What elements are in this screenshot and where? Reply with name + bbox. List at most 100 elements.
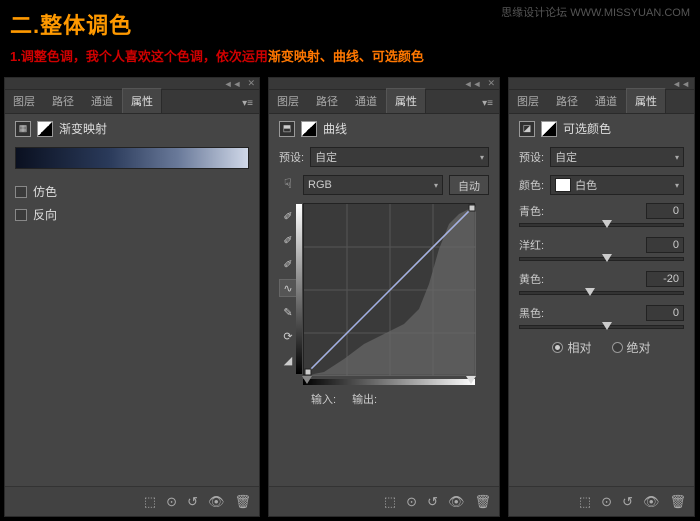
tab-channels[interactable]: 通道 [587, 89, 626, 113]
radio-absolute[interactable]: 绝对 [612, 339, 651, 356]
visibility-icon[interactable]: 👁 [208, 494, 225, 510]
pencil-tool-icon[interactable]: ✎ [279, 303, 297, 321]
eyedropper-black-icon[interactable]: ✐ [279, 207, 297, 225]
slider-track[interactable] [519, 257, 684, 261]
checkbox-icon [15, 209, 27, 221]
panel-menu-icon[interactable]: ▾≡ [476, 94, 499, 113]
gradient-picker[interactable] [15, 147, 249, 169]
tab-channels[interactable]: 通道 [347, 89, 386, 113]
trash-icon[interactable]: 🗑 [474, 494, 491, 510]
chevron-down-icon: ▾ [434, 181, 438, 190]
checkbox-reverse[interactable]: 反向 [15, 206, 249, 223]
point-tool-icon[interactable]: ∿ [279, 279, 297, 297]
panel-footer: ⬚ ⊙ ↺ 👁 🗑 [509, 486, 694, 516]
close-icon: ✕ [487, 78, 495, 89]
color-swatch [555, 178, 571, 192]
slider-track[interactable] [519, 325, 684, 329]
preset-select[interactable]: 自定 ▾ [310, 147, 489, 167]
tab-paths[interactable]: 路径 [44, 89, 83, 113]
slider-value[interactable]: 0 [646, 237, 684, 253]
trash-icon[interactable]: 🗑 [669, 494, 686, 510]
checkbox-label: 仿色 [33, 183, 57, 200]
slider-label: 青色: [519, 203, 544, 219]
reset-icon[interactable]: ↺ [622, 494, 633, 510]
colors-value: 白色 [575, 177, 597, 193]
auto-button[interactable]: 自动 [449, 175, 489, 195]
slider-cyan: 青色: 0 [519, 203, 684, 227]
trash-icon[interactable]: 🗑 [234, 494, 251, 510]
output-gradient [296, 204, 302, 374]
input-gradient [303, 379, 475, 385]
slider-yellow: 黄色: -20 [519, 271, 684, 295]
visibility-icon[interactable]: 👁 [448, 494, 465, 510]
slider-label: 黄色: [519, 271, 544, 287]
panel-menu-icon[interactable]: ▾≡ [236, 94, 259, 113]
collapse-icon: ◄◄ [464, 79, 482, 89]
slider-thumb[interactable] [602, 220, 612, 228]
clip-icon[interactable]: ⬚ [384, 494, 396, 510]
checkbox-dither[interactable]: 仿色 [15, 183, 249, 200]
slider-magenta: 洋红: 0 [519, 237, 684, 261]
tab-properties[interactable]: 属性 [122, 88, 162, 113]
smooth-tool-icon[interactable]: ⟳ [279, 327, 297, 345]
preset-select[interactable]: 自定 ▾ [550, 147, 684, 167]
mask-icon[interactable] [37, 121, 53, 137]
slider-thumb[interactable] [585, 288, 595, 296]
io-labels: 输入: 输出: [303, 391, 489, 407]
channel-select[interactable]: RGB ▾ [303, 175, 443, 195]
mask-icon[interactable] [301, 121, 317, 137]
tabs: 图层 路径 通道 属性 ▾≡ [5, 90, 259, 114]
reset-icon[interactable]: ↺ [427, 494, 438, 510]
slider-track[interactable] [519, 291, 684, 295]
eyedropper-gray-icon[interactable]: ✐ [279, 231, 297, 249]
link-icon[interactable]: ⊙ [601, 494, 612, 510]
histogram-icon[interactable]: ◢ [279, 351, 297, 369]
panel-curves: ◄◄ ✕ 图层 路径 通道 属性 ▾≡ ⬒ 曲线 预设: 自定 ▾ [268, 77, 500, 517]
eyedropper-white-icon[interactable]: ✐ [279, 255, 297, 273]
slider-track[interactable] [519, 223, 684, 227]
tab-layers[interactable]: 图层 [5, 89, 44, 113]
input-label: 输入: [311, 391, 336, 407]
clip-icon[interactable]: ⬚ [144, 494, 156, 510]
slider-thumb[interactable] [602, 254, 612, 262]
tab-properties[interactable]: 属性 [626, 88, 666, 113]
mask-icon[interactable] [541, 121, 557, 137]
close-icon: ✕ [247, 78, 255, 89]
hl-sc: 可选颜色 [372, 49, 424, 64]
colors-row: 颜色: 白色 ▾ [519, 175, 684, 195]
clip-icon[interactable]: ⬚ [579, 494, 591, 510]
tab-properties[interactable]: 属性 [386, 88, 426, 113]
colors-select[interactable]: 白色 ▾ [550, 175, 684, 195]
white-point-marker[interactable] [466, 376, 476, 384]
preset-row: 预设: 自定 ▾ [279, 147, 489, 167]
radio-relative[interactable]: 相对 [552, 339, 591, 356]
collapse-icon: ◄◄ [224, 79, 242, 89]
tab-paths[interactable]: 路径 [548, 89, 587, 113]
channel-row: ☟ RGB ▾ 自动 [279, 175, 489, 195]
curve-svg [304, 204, 476, 376]
black-point-marker[interactable] [302, 376, 312, 384]
tab-paths[interactable]: 路径 [308, 89, 347, 113]
link-icon[interactable]: ⊙ [406, 494, 417, 510]
slider-value[interactable]: 0 [646, 203, 684, 219]
slider-value[interactable]: 0 [646, 305, 684, 321]
tab-channels[interactable]: 通道 [83, 89, 122, 113]
output-label: 输出: [352, 391, 377, 407]
slider-thumb[interactable] [602, 322, 612, 330]
radio-label: 绝对 [627, 339, 651, 356]
reset-icon[interactable]: ↺ [187, 494, 198, 510]
adjustment-header: ⬒ 曲线 [279, 120, 489, 137]
tab-layers[interactable]: 图层 [269, 89, 308, 113]
slider-value[interactable]: -20 [646, 271, 684, 287]
link-icon[interactable]: ⊙ [166, 494, 177, 510]
tabs: 图层 路径 通道 属性 ▾≡ [269, 90, 499, 114]
tab-layers[interactable]: 图层 [509, 89, 548, 113]
hand-tool-icon[interactable]: ☟ [279, 176, 297, 194]
chevron-down-icon: ▾ [480, 153, 484, 162]
radio-icon [612, 342, 623, 353]
sep2: 、 [359, 49, 372, 64]
channel-value: RGB [308, 179, 332, 191]
curve-editor[interactable] [303, 203, 475, 375]
selective-color-icon: ◪ [519, 121, 535, 137]
visibility-icon[interactable]: 👁 [643, 494, 660, 510]
